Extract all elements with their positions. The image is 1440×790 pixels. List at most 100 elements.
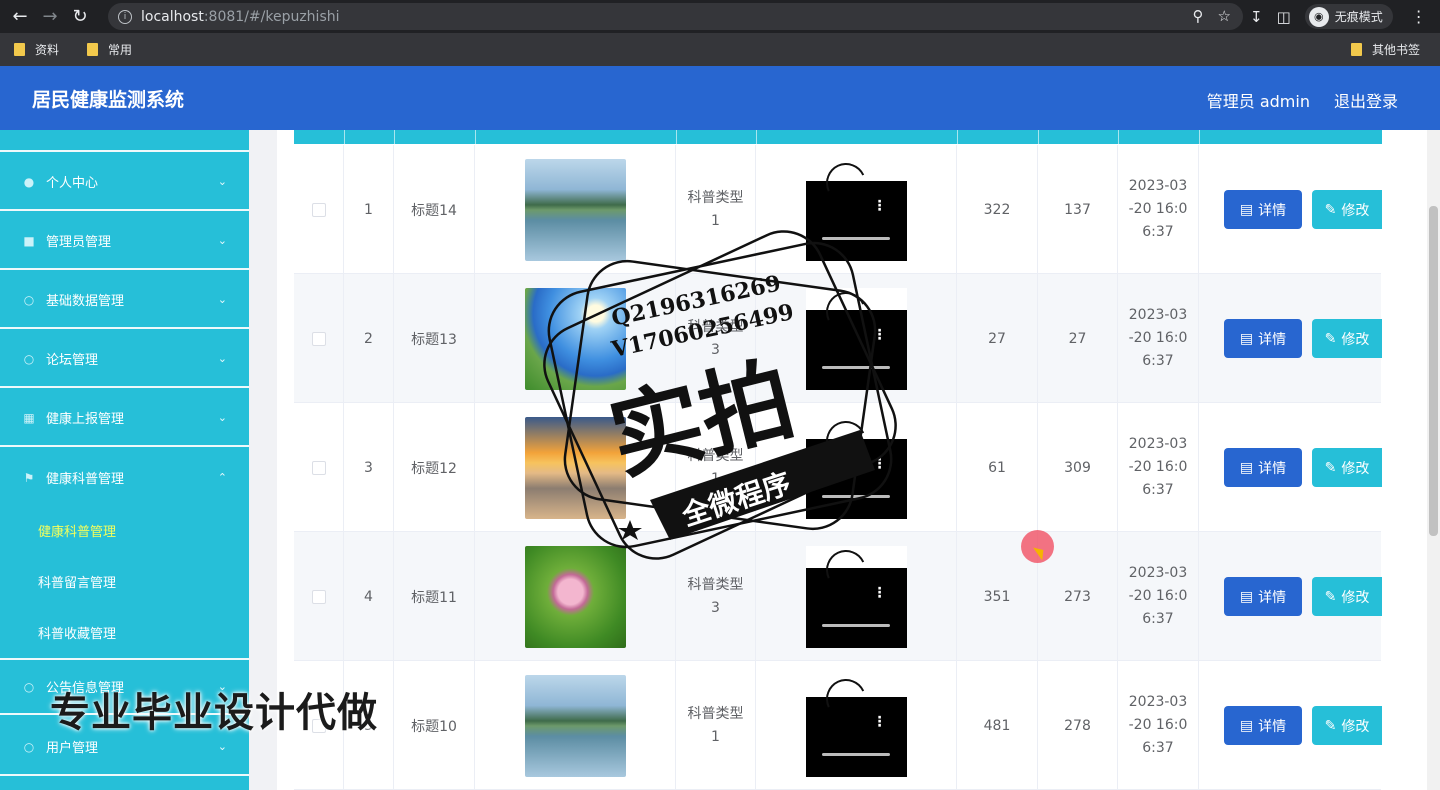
row-checkbox[interactable] xyxy=(311,202,326,217)
edit-button[interactable]: ✎ 修改 xyxy=(1312,190,1382,229)
detail-button[interactable]: ▤ 详情 xyxy=(1224,319,1302,358)
sidebar-sub-comments[interactable]: 科普留言管理 xyxy=(0,556,249,607)
logout-link[interactable]: 退出登录 xyxy=(1334,88,1398,112)
sidepanel-icon[interactable]: ◫ xyxy=(1277,8,1291,26)
bookmark-label: 常用 xyxy=(108,43,133,57)
row-value-1: 61 xyxy=(957,403,1038,532)
more-icon[interactable]: ⋮ xyxy=(873,586,887,600)
detail-button-label: 详情 xyxy=(1258,460,1287,477)
edit-button[interactable]: ✎ 修改 xyxy=(1312,319,1382,358)
row-type-value: 3 xyxy=(711,599,720,616)
cover-image xyxy=(524,158,626,261)
reload-icon[interactable]: ↻ xyxy=(65,2,95,32)
row-index: 4 xyxy=(344,532,394,661)
download-icon[interactable]: ↧ xyxy=(1250,8,1263,26)
row-type-cell: 科普类型 3 xyxy=(676,274,756,403)
row-date-part: 6:37 xyxy=(1142,611,1174,627)
sidebar-item-label: 健康上报管理 xyxy=(46,412,125,427)
table-row: 1 标题14 科普类型 1 ⋮ 322 137 2023-03 -20 16:0 6:… xyxy=(294,145,1381,274)
menu-icon[interactable]: ⋮ xyxy=(1411,7,1427,26)
url-host: localhost xyxy=(141,8,204,25)
sidebar-item-admins[interactable]: ■ 管理员管理 ⌄ xyxy=(0,213,249,270)
scrollbar-thumb[interactable] xyxy=(1429,206,1438,536)
detail-button[interactable]: ▤ 详情 xyxy=(1224,706,1302,745)
star-icon[interactable]: ☆ xyxy=(1218,7,1231,25)
row-image-cell xyxy=(475,145,676,274)
cover-image xyxy=(524,287,626,390)
video-player[interactable]: ⋮ xyxy=(805,674,907,777)
bookmark-label: 其他书签 xyxy=(1371,43,1420,57)
edit-button-label: 修改 xyxy=(1341,202,1370,219)
sidebar-item-home[interactable] xyxy=(0,130,249,152)
edit-button[interactable]: ✎ 修改 xyxy=(1312,577,1382,616)
row-video-cell: ⋮ xyxy=(756,532,957,661)
detail-button[interactable]: ▤ 详情 xyxy=(1224,190,1302,229)
row-checkbox[interactable] xyxy=(311,460,326,475)
video-progress[interactable] xyxy=(821,494,890,498)
forward-icon[interactable]: → xyxy=(35,2,65,32)
other-bookmarks[interactable]: 其他书签 xyxy=(1350,41,1420,58)
video-player[interactable]: ⋮ xyxy=(805,158,907,261)
pencil-icon: ✎ xyxy=(1324,459,1337,476)
row-type-label: 科普类型 xyxy=(687,189,744,206)
row-date-cell: 2023-03 -20 16:0 6:37 xyxy=(1118,661,1199,790)
row-title: 标题12 xyxy=(394,403,475,532)
row-date-part: 6:37 xyxy=(1142,740,1174,756)
video-player[interactable]: ⋮ xyxy=(805,545,907,648)
report-icon: ▦ xyxy=(23,410,35,425)
users-icon: ○ xyxy=(23,739,35,754)
detail-button[interactable]: ▤ 详情 xyxy=(1224,577,1302,616)
video-player[interactable]: ⋮ xyxy=(805,287,907,390)
key-icon[interactable]: ⚲ xyxy=(1193,7,1204,25)
video-player[interactable]: ⋮ xyxy=(805,416,907,519)
bookmark-folder[interactable]: 资料 xyxy=(14,41,59,58)
edit-button[interactable]: ✎ 修改 xyxy=(1312,706,1382,745)
row-type-value: 1 xyxy=(711,728,720,745)
video-progress[interactable] xyxy=(821,623,890,627)
more-icon[interactable]: ⋮ xyxy=(873,715,887,729)
row-type-cell: 科普类型 1 xyxy=(676,661,756,790)
row-video-cell: ⋮ xyxy=(756,274,957,403)
address-bar[interactable]: i localhost :8081/#/kepuzhishi ⚲ ☆ xyxy=(108,3,1243,30)
document-icon: ▤ xyxy=(1239,459,1254,476)
bookmarks-bar: 资料 常用 其他书签 xyxy=(0,33,1440,66)
row-title: 标题13 xyxy=(394,274,475,403)
sidebar-item-report[interactable]: ▦ 健康上报管理 ⌄ xyxy=(0,390,249,447)
edit-button-label: 修改 xyxy=(1341,460,1370,477)
row-type-cell: 科普类型 3 xyxy=(676,532,756,661)
sidebar-sub-science[interactable]: 健康科普管理 xyxy=(0,505,249,556)
sidebar-item-science[interactable]: ⚑ 健康科普管理 ⌃ xyxy=(0,449,249,506)
document-icon: ▤ xyxy=(1239,588,1254,605)
more-icon[interactable]: ⋮ xyxy=(873,328,887,342)
video-progress[interactable] xyxy=(821,752,890,756)
chevron-down-icon: ⌄ xyxy=(217,234,227,247)
info-icon[interactable]: i xyxy=(118,9,132,24)
detail-button-label: 详情 xyxy=(1258,331,1287,348)
row-date-part: 6:37 xyxy=(1142,353,1174,369)
sidebar-item-label: 管理员管理 xyxy=(46,235,112,250)
incognito-badge[interactable]: ◉ 无痕模式 xyxy=(1304,4,1393,29)
sidebar-item-forum[interactable]: ○ 论坛管理 ⌄ xyxy=(0,331,249,388)
detail-button[interactable]: ▤ 详情 xyxy=(1224,448,1302,487)
back-icon[interactable]: ← xyxy=(5,2,35,32)
video-progress[interactable] xyxy=(821,236,890,240)
row-video-cell: ⋮ xyxy=(756,661,957,790)
row-checkbox[interactable] xyxy=(311,589,326,604)
sidebar-item-basedata[interactable]: ○ 基础数据管理 ⌄ xyxy=(0,272,249,329)
cover-image xyxy=(524,674,626,777)
page-scrollbar[interactable] xyxy=(1427,130,1440,790)
sidebar-sub-favorites[interactable]: 科普收藏管理 xyxy=(0,607,249,658)
sidebar-item-profile[interactable]: ● 个人中心 ⌄ xyxy=(0,154,249,211)
row-image-cell xyxy=(475,274,676,403)
row-checkbox-cell xyxy=(294,403,344,532)
folder-icon xyxy=(1350,43,1362,56)
more-icon[interactable]: ⋮ xyxy=(873,457,887,471)
video-progress[interactable] xyxy=(821,365,890,369)
more-icon[interactable]: ⋮ xyxy=(873,199,887,213)
row-video-cell: ⋮ xyxy=(756,403,957,532)
edit-button[interactable]: ✎ 修改 xyxy=(1312,448,1382,487)
bookmark-folder[interactable]: 常用 xyxy=(87,41,132,58)
row-type-label: 科普类型 xyxy=(687,705,744,722)
row-type-label: 科普类型 xyxy=(687,576,744,593)
row-checkbox[interactable] xyxy=(311,331,326,346)
